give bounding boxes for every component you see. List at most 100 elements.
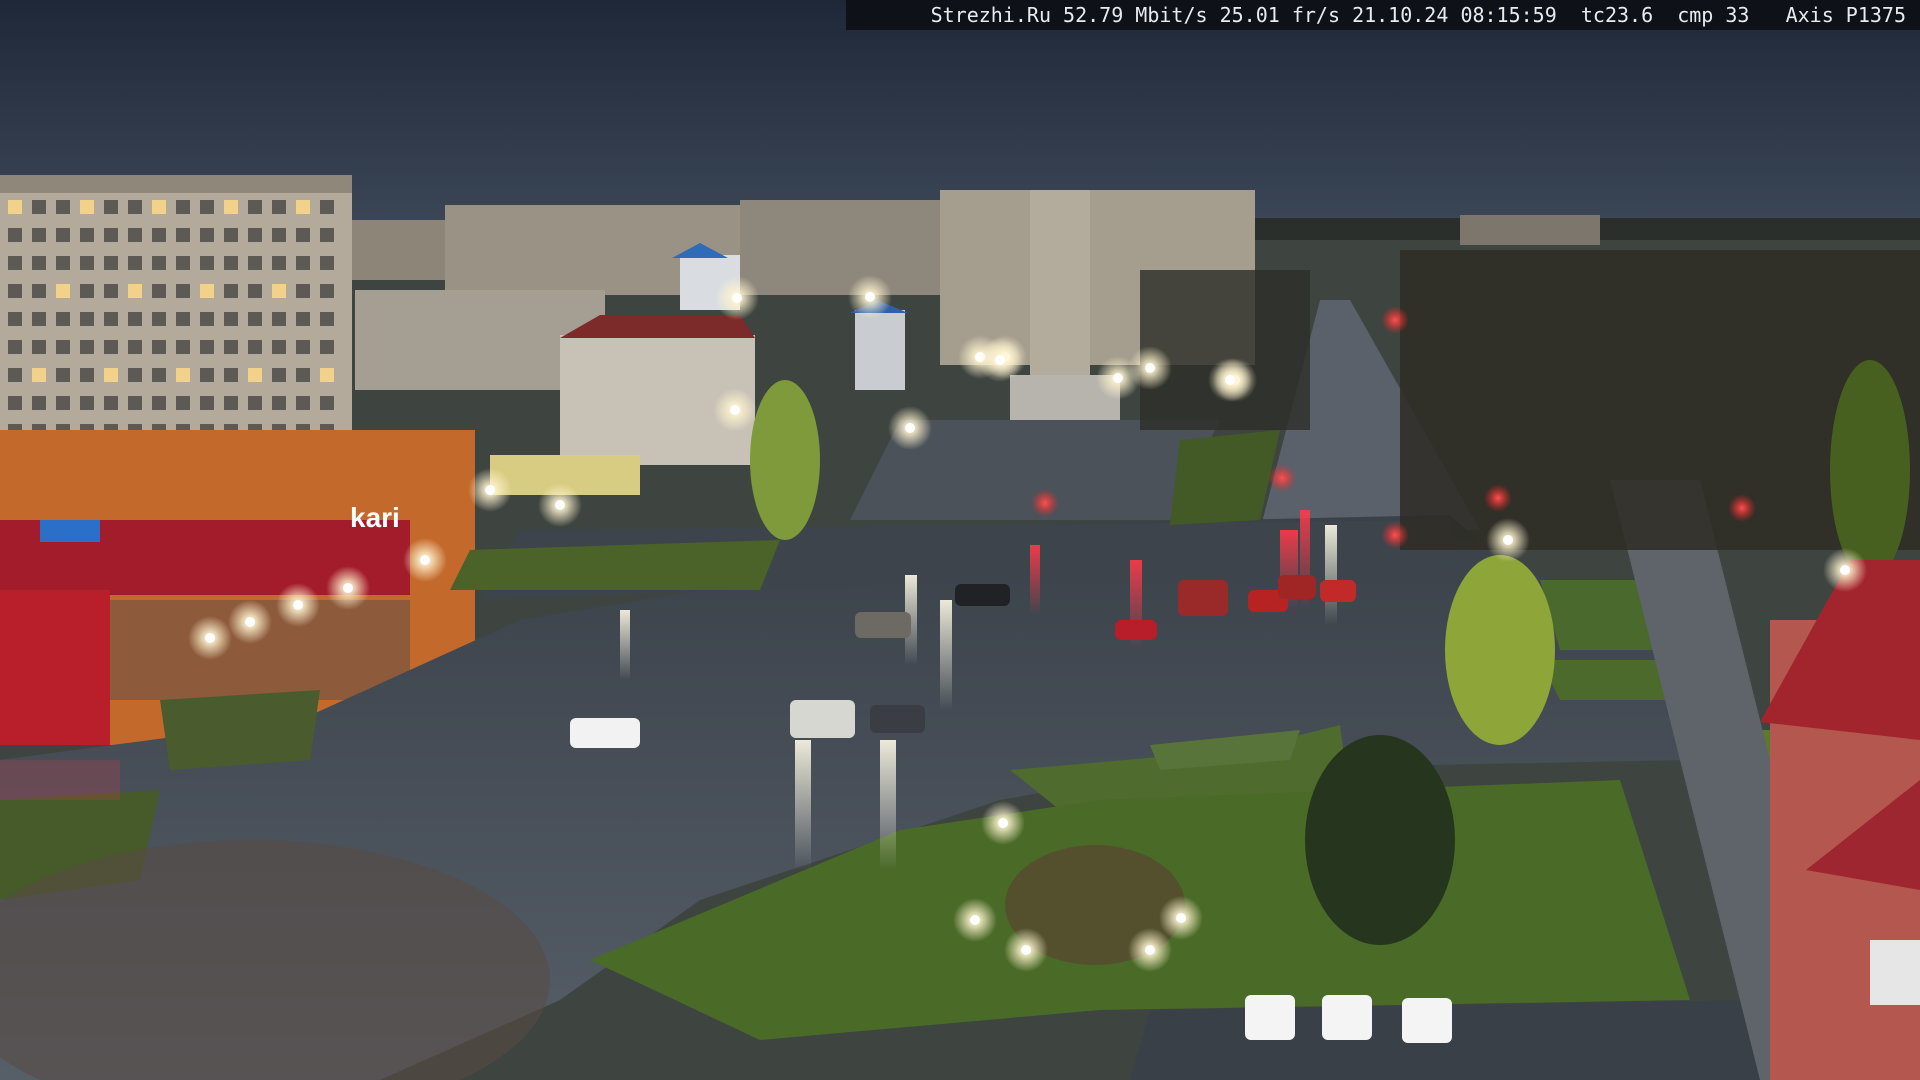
building-window — [224, 312, 238, 326]
street-lamp — [555, 500, 565, 510]
building-window — [248, 312, 262, 326]
building-window — [272, 368, 286, 382]
building-window — [320, 312, 334, 326]
store-sign: kari — [350, 502, 400, 533]
building-window — [296, 368, 310, 382]
street-lamp — [1145, 945, 1155, 955]
building-window — [248, 284, 262, 298]
car — [1245, 995, 1295, 1040]
building-window — [296, 340, 310, 354]
street-lamp — [732, 293, 742, 303]
building-window — [152, 256, 166, 270]
building-window — [104, 368, 118, 382]
building-window — [248, 340, 262, 354]
building-window — [224, 368, 238, 382]
building-window — [152, 284, 166, 298]
building-window — [272, 284, 286, 298]
building-window — [224, 228, 238, 242]
street-lamp — [730, 405, 740, 415]
building-window — [104, 256, 118, 270]
building-window — [128, 284, 142, 298]
traffic-signal-glow — [1031, 489, 1059, 517]
building-window — [296, 284, 310, 298]
building-window — [80, 340, 94, 354]
overlay-site: Strezhi.Ru — [930, 3, 1051, 27]
building-window — [200, 368, 214, 382]
street-lamp — [485, 485, 495, 495]
building-window — [320, 368, 334, 382]
building-window — [248, 396, 262, 410]
street-lamp — [1503, 535, 1513, 545]
street-lamp — [1176, 913, 1186, 923]
overlay-date: 21.10.24 — [1352, 3, 1449, 27]
building-window — [176, 256, 190, 270]
street-lamp — [865, 292, 875, 302]
building-window — [104, 284, 118, 298]
car — [870, 705, 925, 733]
building-window — [248, 256, 262, 270]
car — [955, 584, 1010, 606]
street-lamp — [905, 423, 915, 433]
car — [855, 612, 911, 638]
building-window — [296, 312, 310, 326]
building-window — [104, 200, 118, 214]
building-window — [80, 284, 94, 298]
overlay-tc: tc23.6 — [1580, 3, 1654, 27]
building-window — [176, 368, 190, 382]
building-window — [32, 228, 46, 242]
building-window — [32, 284, 46, 298]
street-lamp — [1840, 565, 1850, 575]
building-window — [224, 200, 238, 214]
building-window — [152, 368, 166, 382]
building-window — [8, 396, 22, 410]
building-window — [128, 256, 142, 270]
building-window — [200, 200, 214, 214]
building-window — [224, 256, 238, 270]
building-window — [56, 312, 70, 326]
building-window — [128, 200, 142, 214]
building-window — [296, 228, 310, 242]
street-lamp — [205, 633, 215, 643]
overlay-bitrate: 52.79 Mbit/s — [1063, 3, 1208, 27]
building-window — [320, 284, 334, 298]
street-lamp — [1225, 375, 1235, 385]
building-window — [152, 312, 166, 326]
traffic-signal-glow — [1484, 484, 1512, 512]
street-lamp — [995, 355, 1005, 365]
building-window — [248, 368, 262, 382]
building-window — [56, 368, 70, 382]
building-window — [128, 396, 142, 410]
building-window — [104, 340, 118, 354]
building-window — [104, 312, 118, 326]
building-window — [320, 228, 334, 242]
building-window — [8, 284, 22, 298]
building-window — [248, 228, 262, 242]
street-lamp — [420, 555, 430, 565]
building-window — [272, 200, 286, 214]
car — [1115, 620, 1157, 640]
building-window — [320, 396, 334, 410]
building-window — [272, 340, 286, 354]
building-window — [272, 256, 286, 270]
overlay-time: 08:15:59 — [1460, 3, 1557, 27]
building-window — [80, 312, 94, 326]
building-window — [176, 396, 190, 410]
building-window — [80, 368, 94, 382]
overlay-camera-model: Axis P1375 — [1785, 3, 1906, 27]
building-window — [56, 256, 70, 270]
traffic-signal-glow — [1381, 521, 1409, 549]
building-window — [80, 256, 94, 270]
street-lamp — [293, 600, 303, 610]
building-window — [32, 200, 46, 214]
car — [570, 718, 640, 748]
building-window — [200, 228, 214, 242]
building-window — [56, 340, 70, 354]
building-window — [8, 200, 22, 214]
building-window — [176, 200, 190, 214]
building-window — [80, 228, 94, 242]
building-window — [56, 228, 70, 242]
building-window — [8, 256, 22, 270]
camera-overlay: Strezhi.Ru 52.79 Mbit/s 25.01 fr/s 21.10… — [846, 0, 1920, 30]
car — [1278, 575, 1316, 599]
building-window — [320, 256, 334, 270]
